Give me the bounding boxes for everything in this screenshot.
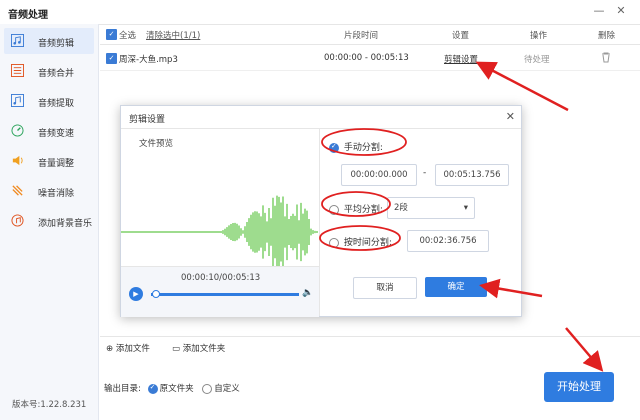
col-settings: 设置 [452,31,470,41]
col-segment-time: 片段时间 [344,31,379,41]
sidebar-item-label: 音频提取 [38,99,75,109]
sidebar-item-label: 音频变速 [38,129,75,139]
col-delete: 删除 [598,31,616,41]
title-bar: 音频处理 — ✕ [0,0,640,25]
background-music-icon [11,214,24,227]
select-all-label[interactable]: 全选 [119,29,136,41]
version-label: 版本号:1.22.8.231 [12,400,87,410]
sidebar-item-label: 音频剪辑 [38,39,75,49]
trash-icon[interactable] [601,52,611,63]
sidebar-item-audio-edit[interactable]: 音频剪辑 [4,28,94,54]
sidebar-item-label: 音频合并 [38,69,75,79]
waveform [121,195,318,269]
segment-time: 00:00:00 - 00:05:13 [324,53,409,63]
file-preview-pane: 文件预览 00:00:10/00:05:13 ▶ 🔈 [121,129,320,317]
music-note-icon [11,34,24,47]
file-name: 周深-大鱼.mp3 [119,55,178,65]
speed-icon [11,124,24,137]
chevron-down-icon: ▾ [463,203,468,213]
sidebar: 音频剪辑 音频合并 音频提取 音频变速 音量调整 噪音消除 添加背景音乐 版本号… [0,24,99,420]
col-action: 操作 [530,31,548,41]
radio-checked-icon [147,383,158,394]
radio-icon [329,237,339,248]
radio-icon [329,204,339,215]
sidebar-item-audio-merge[interactable]: 音频合并 [4,58,94,84]
sidebar-item-background-music[interactable]: 添加背景音乐 [4,208,94,234]
playback-bar: 00:00:10/00:05:13 ▶ 🔈 [121,266,319,317]
progress-track[interactable] [151,293,299,296]
output-original-label: 原文件夹 [159,384,194,394]
sidebar-item-noise-removal[interactable]: 噪音消除 [4,178,94,204]
select-all-checkbox[interactable]: ✓ [106,29,117,40]
radio-icon [202,383,213,394]
extract-music-icon [11,94,24,107]
edit-settings-link[interactable]: 剪辑设置 [444,53,478,65]
manual-start-input[interactable]: 00:00:00.000 [341,164,417,186]
output-original-option[interactable]: 原文件夹 [147,383,197,394]
sidebar-item-label: 添加背景音乐 [38,219,93,229]
window-title: 音频处理 [8,10,48,21]
table-row[interactable]: ✓ 周深-大鱼.mp3 00:00:00 - 00:05:13 剪辑设置 待处理 [100,46,640,71]
add-folder-label: 添加文件夹 [182,344,226,354]
noise-cancel-icon [12,185,23,196]
play-icon[interactable]: ▶ [129,287,143,301]
preview-title: 文件预览 [139,139,174,149]
merge-icon [11,64,24,77]
add-bar: ⊕ 添加文件 ▭ 添加文件夹 [100,336,640,357]
file-list-header: ✓ 全选 清除选中(1/1) 片段时间 设置 操作 删除 [100,24,640,45]
add-file-button[interactable]: ⊕ 添加文件 [106,342,150,354]
edit-settings-dialog: 剪辑设置 ✕ 文件预览 00:00:10/00:05:13 ▶ 🔈 手动分割: … [120,105,522,317]
range-separator: - [423,168,427,178]
minimize-button[interactable]: — [592,4,606,18]
add-folder-button[interactable]: ▭ 添加文件夹 [172,342,225,354]
output-directory: 输出目录: 原文件夹 自定义 [104,382,240,395]
clear-selected-link[interactable]: 清除选中(1/1) [146,29,200,41]
output-custom-label: 自定义 [214,384,240,394]
progress-handle[interactable] [152,290,161,298]
average-split-label: 平均分割: [343,205,383,215]
manual-end-input[interactable]: 00:05:13.756 [435,164,509,186]
close-button[interactable]: ✕ [614,4,628,18]
start-processing-button[interactable]: 开始处理 [544,372,614,402]
close-icon[interactable]: ✕ [506,110,515,123]
average-value: 2段 [394,203,408,213]
volume-icon[interactable]: 🔈 [302,288,313,298]
dialog-title: 剪辑设置 [129,115,166,125]
volume-icon [12,155,23,166]
confirm-button[interactable]: 确定 [425,277,487,297]
time-split-input[interactable]: 00:02:36.756 [407,230,489,252]
time-display: 00:00:10/00:05:13 [181,273,261,283]
average-segments-select[interactable]: 2段 ▾ [387,197,475,219]
radio-checked-icon [329,142,339,153]
status-label: 待处理 [524,55,550,65]
add-file-label: 添加文件 [115,344,150,354]
cancel-button[interactable]: 取消 [353,277,417,299]
manual-split-label: 手动分割: [343,143,383,153]
sidebar-item-label: 音量调整 [38,159,75,169]
sidebar-item-volume-adjust[interactable]: 音量调整 [4,148,94,174]
time-split-option[interactable]: 按时间分割: [329,235,392,248]
folder-icon: ▭ [172,344,181,354]
manual-split-option[interactable]: 手动分割: [329,140,383,153]
output-label: 输出目录: [104,384,141,394]
time-split-label: 按时间分割: [343,238,392,248]
row-checkbox[interactable]: ✓ [106,53,117,64]
plus-circle-icon: ⊕ [106,344,114,354]
sidebar-item-label: 噪音消除 [38,189,75,199]
output-custom-option[interactable]: 自定义 [202,383,240,394]
dialog-title-bar: 剪辑设置 ✕ [121,106,521,129]
sidebar-item-audio-speed[interactable]: 音频变速 [4,118,94,144]
sidebar-item-audio-extract[interactable]: 音频提取 [4,88,94,114]
average-split-option[interactable]: 平均分割: [329,202,383,215]
